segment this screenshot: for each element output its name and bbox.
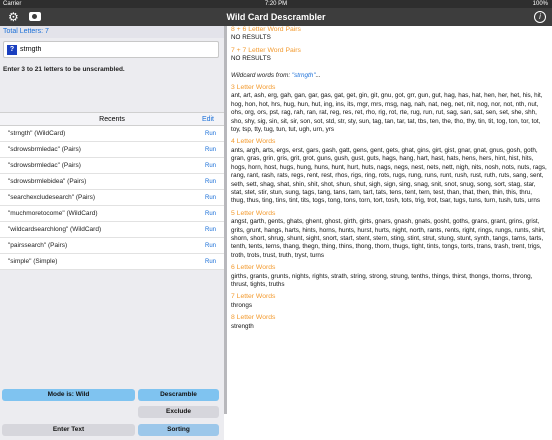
wildcard-prefix: Wildcard words from:: [231, 71, 292, 79]
mode-button[interactable]: Mode is: Wild: [2, 389, 135, 401]
status-time: 7:20 PM: [264, 1, 288, 7]
run-button[interactable]: Run: [205, 254, 216, 270]
list-item[interactable]: "strngth" (WildCard) Run: [0, 126, 224, 142]
edit-button[interactable]: Edit: [202, 113, 214, 127]
word-list: angst, garth, gents, ghats, ghent, ghost…: [231, 218, 546, 259]
info-icon[interactable]: i: [534, 11, 546, 23]
run-button[interactable]: Run: [205, 158, 216, 174]
app-title: Wild Card Descrambler: [226, 12, 326, 22]
run-button[interactable]: Run: [205, 206, 216, 222]
section-heading: 3 Letter Words: [231, 84, 276, 92]
wildcard-icon: ?: [7, 45, 17, 55]
section-heading: 8 Letter Words: [231, 314, 276, 322]
wildcard-query: "strngth": [291, 71, 316, 79]
letters-input[interactable]: [20, 43, 216, 56]
no-results-text: NO RESULTS: [231, 34, 271, 42]
recents-title: Recents: [99, 116, 125, 123]
list-item[interactable]: "sdrowsbrmlebidea" (Pairs) Run: [0, 174, 224, 190]
recents-list: "strngth" (WildCard) Run "sdrowsbrmledac…: [0, 126, 224, 270]
section-heading: 7 Letter Words: [231, 293, 276, 301]
wildcard-suffix: ...: [315, 71, 321, 79]
recent-label: "searchexcludesearch" (Pairs): [8, 194, 95, 201]
wildcard-summary: Wildcard words from: "strngth"...: [231, 72, 547, 80]
recent-label: "simple" (Simple): [8, 258, 58, 265]
list-item[interactable]: "simple" (Simple) Run: [0, 254, 224, 270]
list-item[interactable]: "muchmoretocome" (WildCard) Run: [0, 206, 224, 222]
run-button[interactable]: Run: [205, 174, 216, 190]
list-item[interactable]: "searchexcludesearch" (Pairs) Run: [0, 190, 224, 206]
recent-label: "muchmoretocome" (WildCard): [8, 210, 98, 217]
list-item[interactable]: "sdrowsbrmledac" (Pairs) Run: [0, 142, 224, 158]
run-button[interactable]: Run: [205, 222, 216, 238]
section-heading: 6 Letter Words: [231, 264, 276, 272]
pairs-heading-cut: 8 + 6 Letter Word Pairs: [231, 26, 301, 33]
input-hint: Enter 3 to 21 letters to be unscrambled.: [3, 66, 125, 73]
run-button[interactable]: Run: [205, 190, 216, 206]
battery-label: 100%: [532, 1, 548, 7]
exclude-button[interactable]: Exclude: [138, 406, 219, 418]
recent-label: "pairssearch" (Pairs): [8, 242, 68, 249]
nav-bar: ⚙ Wild Card Descrambler i: [0, 8, 552, 26]
recents-header: Recents Edit: [0, 112, 224, 126]
run-button[interactable]: Run: [205, 142, 216, 158]
results-panel[interactable]: 8 + 6 Letter Word Pairs NO RESULTS 7 + 7…: [227, 26, 552, 414]
bottom-toolbar: Mode is: Wild Descramble Exclude Enter T…: [0, 388, 224, 440]
letters-input-wrapper: ?: [3, 41, 219, 58]
list-item[interactable]: "pairssearch" (Pairs) Run: [0, 238, 224, 254]
word-list: strength: [231, 322, 254, 330]
sorting-button[interactable]: Sorting: [138, 424, 219, 436]
pairs-heading: 7 + 7 Letter Word Pairs: [231, 46, 301, 54]
total-letters: Total Letters: 7: [0, 26, 224, 38]
word-list: throngs: [231, 301, 253, 309]
status-bar: Carrier 7:20 PM 100%: [0, 0, 552, 8]
section-heading: 5 Letter Words: [231, 209, 276, 217]
left-panel: Total Letters: 7 ? Enter 3 to 21 letters…: [0, 26, 224, 440]
word-list: ants, argh, arts, ergs, erst, gars, gash…: [231, 146, 547, 205]
recent-label: "wildcardsearchlong" (WildCard): [8, 226, 102, 233]
run-button[interactable]: Run: [205, 238, 216, 254]
recent-label: "sdrowsbrmledac" (Pairs): [8, 146, 81, 153]
recent-label: "strngth" (WildCard): [8, 130, 66, 137]
list-item[interactable]: "wildcardsearchlong" (WildCard) Run: [0, 222, 224, 238]
word-list: girths, grants, grunts, nights, rights, …: [231, 272, 533, 288]
section-heading: 4 Letter Words: [231, 138, 276, 146]
run-button[interactable]: Run: [205, 126, 216, 142]
word-list: ant, art, ash, erg, gah, gan, gar, gas, …: [231, 92, 543, 134]
no-results-text: NO RESULTS: [231, 55, 271, 63]
enter-text-button[interactable]: Enter Text: [2, 424, 135, 436]
list-item[interactable]: "sdrowsbrmledac" (Pairs) Run: [0, 158, 224, 174]
descramble-button[interactable]: Descramble: [138, 389, 219, 401]
recent-label: "sdrowsbrmledac" (Pairs): [8, 162, 81, 169]
recent-label: "sdrowsbrmlebidea" (Pairs): [8, 178, 87, 185]
